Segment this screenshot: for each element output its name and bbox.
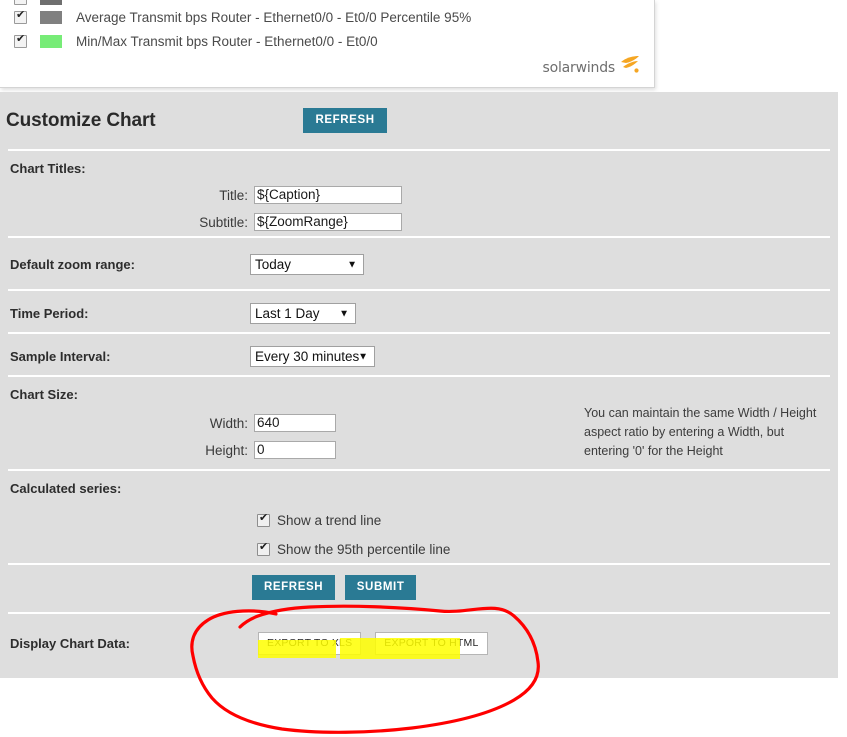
- default-zoom-range-select[interactable]: Today ▼: [250, 254, 364, 275]
- percentile-line-checkbox[interactable]: [257, 541, 270, 556]
- section-label-chart-titles: Chart Titles:: [10, 161, 86, 176]
- legend-color-swatch: [40, 0, 62, 5]
- refresh-top-button[interactable]: REFRESH: [303, 108, 387, 133]
- percentile-line-label: Show the 95th percentile line: [277, 542, 451, 557]
- legend-row[interactable]: Min/Max Transmit bps Router - Ethernet0/…: [14, 32, 378, 50]
- title-input[interactable]: [254, 186, 402, 204]
- legend-checkbox[interactable]: [14, 9, 27, 24]
- submit-button[interactable]: SUBMIT: [344, 575, 417, 600]
- helper-line-2: aspect ratio by entering a Width, but: [584, 425, 785, 439]
- section-display-chart-data: Display Chart Data: EXPORT TO XLS EXPORT…: [0, 614, 838, 671]
- legend-item-label: Average Transmit bps Router - Ethernet0/…: [76, 9, 472, 25]
- legend-checkbox[interactable]: [14, 33, 27, 48]
- chevron-down-icon: ▼: [339, 308, 349, 319]
- subtitle-field-label: Subtitle:: [199, 214, 248, 230]
- chevron-down-icon: ▼: [347, 259, 357, 270]
- section-actions: REFRESH SUBMIT: [0, 565, 838, 612]
- legend-checkbox[interactable]: [14, 0, 27, 5]
- title-field-label: Title:: [219, 187, 248, 203]
- section-chart-titles: Chart Titles: Title: Subtitle:: [0, 151, 838, 236]
- width-input[interactable]: [254, 414, 336, 432]
- trend-line-checkbox-row[interactable]: Show a trend line: [257, 512, 838, 528]
- default-zoom-range-label: Default zoom range:: [10, 257, 135, 272]
- helper-line-1: You can maintain the same Width / Height: [584, 406, 817, 420]
- sample-interval-value: Every 30 minutes: [255, 349, 360, 364]
- chevron-down-icon: ▼: [358, 351, 368, 362]
- legend-row[interactable]: [14, 0, 76, 7]
- legend-row[interactable]: Average Transmit bps Router - Ethernet0/…: [14, 8, 471, 26]
- default-zoom-range-value: Today: [255, 257, 292, 272]
- percentile-line-checkbox-row[interactable]: Show the 95th percentile line: [257, 541, 838, 557]
- display-chart-data-label: Display Chart Data:: [10, 636, 130, 651]
- customize-chart-panel: Customize Chart REFRESH Chart Titles: Ti…: [0, 92, 838, 678]
- section-label-chart-size: Chart Size:: [10, 387, 78, 402]
- time-period-value: Last 1 Day: [255, 306, 320, 321]
- width-field-label: Width:: [209, 415, 248, 431]
- chart-legend-panel: Average Transmit bps Router - Ethernet0/…: [0, 0, 655, 88]
- height-field-label: Height:: [205, 442, 248, 458]
- solarwinds-logo: solarwinds: [542, 55, 640, 79]
- time-period-select[interactable]: Last 1 Day ▼: [250, 303, 356, 324]
- legend-color-swatch: [40, 34, 62, 48]
- panel-header: Customize Chart REFRESH: [0, 92, 838, 149]
- sample-interval-label: Sample Interval:: [10, 349, 111, 364]
- sample-interval-select[interactable]: Every 30 minutes ▼: [250, 346, 375, 367]
- page-title: Customize Chart: [6, 109, 156, 131]
- subtitle-input[interactable]: [254, 213, 402, 231]
- export-to-xls-button[interactable]: EXPORT TO XLS: [258, 632, 362, 655]
- solarwinds-flame-icon: [618, 55, 640, 78]
- refresh-button[interactable]: REFRESH: [252, 575, 336, 600]
- helper-line-3: entering '0' for the Height: [584, 444, 723, 458]
- legend-color-swatch: [40, 10, 62, 24]
- legend-item-label: Min/Max Transmit bps Router - Ethernet0/…: [76, 33, 378, 49]
- section-chart-size: Chart Size: Width: Height: You can maint…: [0, 377, 838, 469]
- section-sample-interval: Sample Interval: Every 30 minutes ▼: [0, 334, 838, 375]
- export-to-html-button[interactable]: EXPORT TO HTML: [375, 632, 488, 655]
- trend-line-checkbox[interactable]: [257, 512, 270, 527]
- height-input[interactable]: [254, 441, 336, 459]
- chart-size-helper-text: You can maintain the same Width / Height…: [584, 404, 834, 461]
- section-calculated-series: Calculated series: Show a trend line Sho…: [0, 471, 838, 563]
- section-label-calculated-series: Calculated series:: [10, 481, 122, 496]
- trend-line-label: Show a trend line: [277, 513, 382, 528]
- solarwinds-wordmark: solarwinds: [542, 60, 616, 76]
- section-default-zoom-range: Default zoom range: Today ▼: [0, 238, 838, 289]
- section-time-period: Time Period: Last 1 Day ▼: [0, 291, 838, 332]
- time-period-label: Time Period:: [10, 306, 89, 321]
